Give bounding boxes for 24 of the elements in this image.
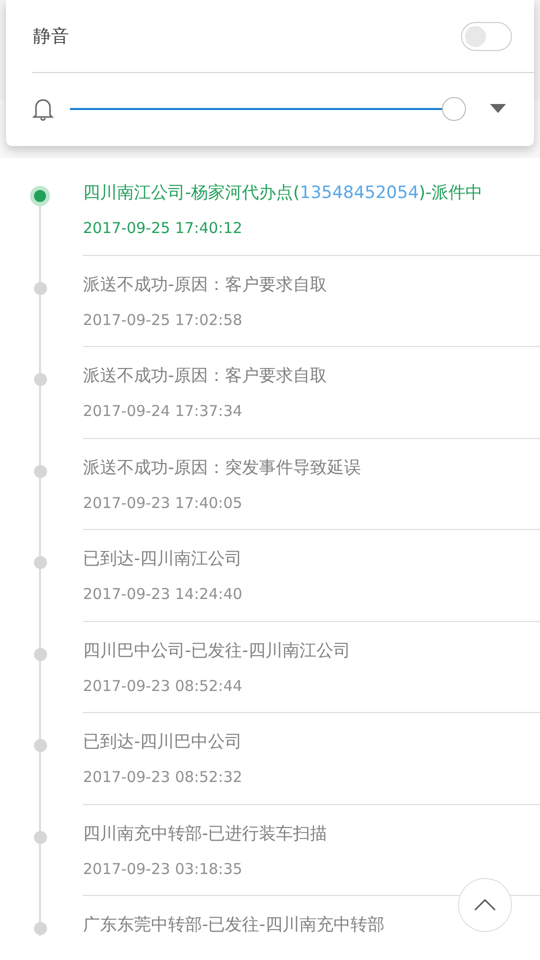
status-text: 派送不成功-原因：突发事件导致延误 [83, 456, 362, 478]
volume-slider[interactable] [70, 97, 466, 121]
timestamp: 2017-09-23 17:40:05 [83, 492, 244, 514]
status-text: 派送不成功-原因：客户要求自取 [83, 274, 328, 296]
mute-toggle[interactable] [461, 22, 512, 50]
bell-icon [32, 97, 54, 121]
dropdown-triangle-icon[interactable] [490, 104, 506, 114]
status-text: 四川南充中转部-已进行装车扫描 [83, 822, 328, 844]
timestamp: 2017-09-25 17:02:58 [83, 310, 244, 330]
phone-link[interactable]: 13548452054 [300, 183, 419, 203]
status-text: 四川巴中公司-已发往-四川南江公司 [83, 640, 352, 662]
mute-label: 静音 [33, 24, 69, 48]
timestamp: 2017-09-23 08:52:44 [83, 676, 244, 696]
chevron-up-icon [474, 899, 496, 911]
status-text: 广东东莞中转部-已发往-四川南充中转部 [83, 914, 386, 936]
status-text: 四川南江公司-杨家河代办点(13548452054)-派件中 [83, 182, 484, 204]
status-text: 派送不成功-原因：客户要求自取 [83, 365, 328, 387]
timestamp: 2017-09-23 14:24:40 [83, 584, 244, 605]
timestamp: 2017-09-24 17:37:34 [83, 401, 244, 422]
status-text: 已到达-四川巴中公司 [83, 731, 244, 753]
status-text: 已到达-四川南江公司 [83, 548, 244, 570]
timestamp: 2017-09-25 17:40:12 [83, 218, 244, 239]
timestamp: 2017-09-23 03:18:35 [83, 858, 244, 880]
timestamp: 2017-09-23 08:52:32 [83, 767, 244, 788]
